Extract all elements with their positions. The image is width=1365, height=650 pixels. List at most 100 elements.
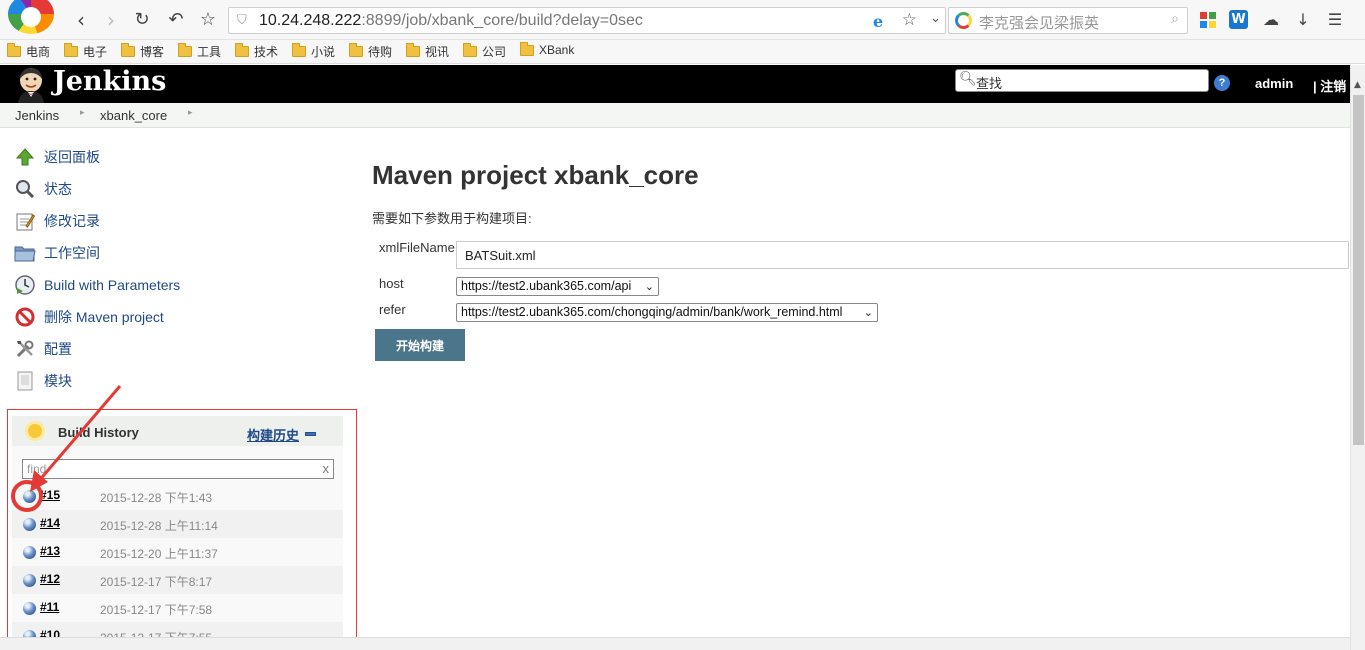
build-number-link[interactable]: #15 [40, 488, 60, 502]
task-label: 模块 [44, 373, 72, 389]
browser-search-placeholder: 李克强会见梁振英 [979, 15, 1100, 32]
host-select[interactable]: https://test2.ubank365.com/api ⌄ [456, 277, 659, 296]
bookmark-item[interactable]: 小说 [292, 43, 335, 60]
forward-icon[interactable]: › [99, 8, 123, 32]
jenkins-search-input[interactable]: 🔍︎ 查找 [955, 69, 1209, 92]
build-date: 2015-12-17 下午7:58 [100, 603, 213, 617]
build-number-link[interactable]: #13 [40, 544, 60, 558]
xmlfilename-input[interactable]: BATSuit.xml [456, 241, 1349, 269]
bookmark-label: 待购 [368, 45, 393, 59]
bookmark-label: 工具 [197, 45, 222, 59]
download-icon[interactable]: ↓ [1293, 10, 1313, 30]
task-label: 修改记录 [44, 213, 100, 229]
build-number-link[interactable]: #11 [40, 600, 59, 614]
bookmark-label: 小说 [311, 45, 336, 59]
bookmark-label: 视讯 [425, 45, 450, 59]
folder-icon [121, 43, 135, 57]
build-status-ball-icon[interactable] [23, 574, 36, 587]
bookmark-label: 公司 [482, 45, 507, 59]
breadcrumb-jenkins[interactable]: Jenkins [15, 108, 59, 123]
user-link[interactable]: admin [1255, 76, 1293, 91]
clear-icon[interactable]: x [323, 461, 330, 476]
collapse-icon[interactable] [305, 432, 316, 436]
bookmark-item[interactable]: XBank [520, 41, 575, 57]
bookmark-item[interactable]: 电商 [7, 43, 50, 60]
logout-link[interactable]: | 注销 [1313, 76, 1346, 95]
build-status-ball-icon[interactable] [23, 518, 36, 531]
host-label: host [379, 276, 404, 291]
build-row: #13 2015-12-20 上午11:37 [12, 538, 343, 566]
refer-select[interactable]: https://test2.ubank365.com/chongqing/adm… [456, 303, 878, 322]
magnifier-icon [14, 178, 36, 200]
task-delete-project[interactable]: 删除 Maven project [14, 304, 164, 330]
bookmark-item[interactable]: 待购 [349, 43, 392, 60]
bookmark-label: 电商 [26, 45, 51, 59]
bookmark-item[interactable]: 技术 [235, 43, 278, 60]
apps-grid-icon[interactable] [1200, 12, 1216, 28]
task-workspace[interactable]: 工作空间 [14, 240, 100, 266]
build-status-ball-icon[interactable] [23, 490, 36, 503]
breadcrumb: Jenkins ▸ xbank_core ▸ [0, 103, 1350, 128]
up-arrow-icon [14, 146, 36, 168]
tools-icon [14, 338, 36, 360]
url-text[interactable]: 10.24.248.222:8899/job/xbank_core/build?… [259, 12, 643, 30]
breadcrumb-arrow-icon[interactable]: ▸ [80, 108, 85, 118]
build-trend-link[interactable]: 构建历史 [247, 425, 299, 444]
cloud-icon[interactable]: ☁ [1261, 10, 1281, 30]
task-status[interactable]: 状态 [14, 176, 72, 202]
task-configure[interactable]: 配置 [14, 336, 72, 362]
build-history-title: Build History [58, 425, 139, 440]
jenkins-butler-icon[interactable] [14, 67, 48, 103]
bookmark-item[interactable]: 工具 [178, 43, 221, 60]
task-build-with-parameters[interactable]: Build with Parameters [14, 272, 180, 298]
start-build-button[interactable]: 开始构建 [375, 329, 465, 361]
reload-icon[interactable]: ↻ [130, 8, 154, 32]
build-history-header: Build History 构建历史 [12, 416, 343, 446]
breadcrumb-xbank-core[interactable]: xbank_core [100, 108, 167, 123]
build-date: 2015-12-20 上午11:37 [100, 547, 218, 561]
folder-icon [406, 43, 420, 57]
build-date: 2015-12-28 上午11:14 [100, 519, 218, 533]
bookmark-item[interactable]: 视讯 [406, 43, 449, 60]
jenkins-logo-text[interactable]: Jenkins [53, 66, 166, 97]
bookmark-item[interactable]: 博客 [121, 43, 164, 60]
browser-search-input[interactable]: 李克强会见梁振英 ⌕ [948, 7, 1188, 34]
task-modules[interactable]: 模块 [14, 368, 72, 394]
build-status-ball-icon[interactable] [23, 602, 36, 615]
folder-icon [292, 43, 306, 57]
chevron-down-icon: ⌄ [644, 280, 654, 293]
address-bar[interactable]: ⛉ 10.24.248.222:8899/job/xbank_core/buil… [228, 7, 946, 34]
folder-icon [7, 43, 21, 57]
task-back-to-dashboard[interactable]: 返回面板 [14, 144, 100, 170]
build-number-link[interactable]: #12 [40, 572, 60, 586]
bookmark-star-icon[interactable]: ☆ [902, 10, 917, 30]
vertical-scrollbar[interactable]: ▲ [1350, 65, 1365, 650]
scroll-thumb[interactable] [1353, 95, 1364, 445]
search-icon[interactable]: ⌕ [1171, 11, 1179, 27]
ie-mode-icon[interactable]: e [873, 12, 891, 31]
chevron-down-icon[interactable]: ⌄ [930, 11, 941, 26]
build-status-ball-icon[interactable] [23, 546, 36, 559]
help-icon[interactable]: ? [1214, 75, 1230, 91]
folder-icon [64, 43, 78, 57]
office-w-icon[interactable]: W [1229, 10, 1248, 29]
refer-label: refer [379, 302, 406, 317]
bookmark-item[interactable]: 公司 [463, 43, 506, 60]
breadcrumb-arrow-icon[interactable]: ▸ [188, 108, 193, 118]
menu-icon[interactable]: ☰ [1325, 10, 1345, 30]
bookmark-label: 博客 [140, 45, 165, 59]
bookmark-item[interactable]: 电子 [64, 43, 107, 60]
build-row: #15 2015-12-28 下午1:43 [12, 482, 343, 510]
build-number-link[interactable]: #14 [40, 516, 60, 530]
scroll-up-icon[interactable]: ▲ [1354, 80, 1361, 90]
bookmark-label: XBank [539, 43, 575, 57]
favorite-star-icon[interactable]: ☆ [196, 8, 220, 32]
bookmarks-bar: 电商 电子 博客 工具 技术 小说 待购 视讯 公司 XBank [0, 40, 1365, 64]
back-icon[interactable]: ‹ [69, 8, 93, 32]
shield-icon: ⛉ [237, 13, 247, 28]
parameters-description: 需要如下参数用于构建项目: [372, 211, 532, 226]
undo-icon[interactable]: ↶ [164, 8, 188, 32]
task-changes[interactable]: 修改记录 [14, 208, 100, 234]
search-engine-icon [955, 12, 972, 29]
build-find-input[interactable]: find x [22, 459, 334, 479]
